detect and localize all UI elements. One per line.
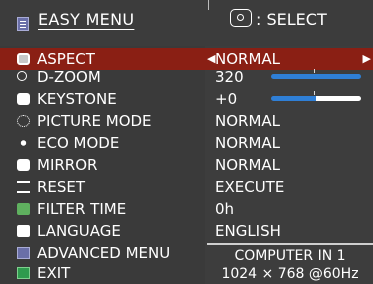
slider-center-mark	[314, 69, 315, 73]
select-button-icon	[230, 9, 252, 27]
d-zoom-value[interactable]: 320	[205, 66, 373, 88]
menu-item-label: PICTURE MODE	[37, 112, 152, 130]
menu-item-label: EXIT	[37, 264, 71, 282]
menu-item-list: ASPECT D-ZOOM KEYSTONE PICTURE MODE ECO …	[0, 46, 205, 284]
filter-time-value: 0h	[205, 198, 373, 220]
eco-mode-value[interactable]: NORMAL	[205, 132, 373, 154]
menu-item-reset[interactable]: RESET	[0, 176, 205, 198]
mirror-value[interactable]: NORMAL	[205, 154, 373, 176]
keystone-value[interactable]: +0	[205, 88, 373, 110]
filter-icon	[17, 203, 30, 215]
menu-item-label: KEYSTONE	[37, 90, 117, 108]
menu-item-language[interactable]: LANGUAGE	[0, 220, 205, 242]
zoom-icon	[17, 71, 27, 81]
d-zoom-slider[interactable]	[271, 69, 361, 79]
signal-info-box: COMPUTER IN 1 1024 × 768 @60Hz	[207, 243, 373, 284]
menu-item-value: ENGLISH	[215, 222, 281, 240]
select-hint: : SELECT	[256, 10, 327, 29]
menu-item-eco-mode[interactable]: ECO MODE	[0, 132, 205, 154]
menu-title: EASY MENU	[38, 10, 135, 29]
menu-item-value: NORMAL	[215, 156, 281, 174]
menu-item-value: +0	[215, 90, 238, 108]
menu-item-value: 0h	[215, 200, 235, 218]
eco-mode-icon	[17, 137, 30, 149]
mirror-icon	[17, 159, 30, 171]
menu-item-label: MIRROR	[37, 156, 98, 174]
easy-menu-icon	[17, 17, 29, 31]
keystone-slider[interactable]	[271, 91, 361, 101]
header-divider	[208, 0, 209, 10]
menu-item-advanced-menu[interactable]: ADVANCED MENU	[0, 242, 205, 264]
menu-item-value: EXECUTE	[215, 178, 285, 196]
menu-item-value: 320	[215, 68, 244, 86]
menu-item-exit[interactable]: EXIT	[0, 262, 205, 284]
signal-source: COMPUTER IN 1	[234, 248, 346, 264]
menu-item-label: D-ZOOM	[37, 68, 101, 86]
menu-item-value: NORMAL	[215, 112, 281, 130]
language-icon	[17, 225, 30, 237]
menu-item-picture-mode[interactable]: PICTURE MODE	[0, 110, 205, 132]
picture-mode-value[interactable]: NORMAL	[205, 110, 373, 132]
reset-icon	[17, 181, 30, 193]
reset-value[interactable]: EXECUTE	[205, 176, 373, 198]
slider-center-mark	[314, 91, 315, 95]
keystone-icon	[17, 93, 30, 105]
menu-item-filter-time[interactable]: FILTER TIME	[0, 198, 205, 220]
menu-item-keystone[interactable]: KEYSTONE	[0, 88, 205, 110]
advanced-menu-icon	[17, 247, 30, 259]
aspect-icon	[17, 53, 30, 65]
menu-item-label: ECO MODE	[37, 134, 120, 152]
menu-item-label: RESET	[37, 178, 86, 196]
menu-item-label: LANGUAGE	[37, 222, 121, 240]
menu-header: EASY MENU : SELECT	[0, 0, 373, 46]
signal-resolution: 1024 × 768 @60Hz	[221, 266, 359, 282]
easy-menu-osd: EASY MENU : SELECT ASPECT D-ZOOM KEYSTON…	[0, 0, 373, 284]
menu-item-d-zoom[interactable]: D-ZOOM	[0, 66, 205, 88]
menu-item-value: NORMAL	[215, 134, 281, 152]
language-value[interactable]: ENGLISH	[205, 220, 373, 242]
menu-item-label: ADVANCED MENU	[37, 244, 171, 262]
exit-icon	[17, 267, 30, 279]
picture-mode-icon	[17, 115, 30, 127]
menu-item-mirror[interactable]: MIRROR	[0, 154, 205, 176]
menu-item-label: FILTER TIME	[37, 200, 127, 218]
